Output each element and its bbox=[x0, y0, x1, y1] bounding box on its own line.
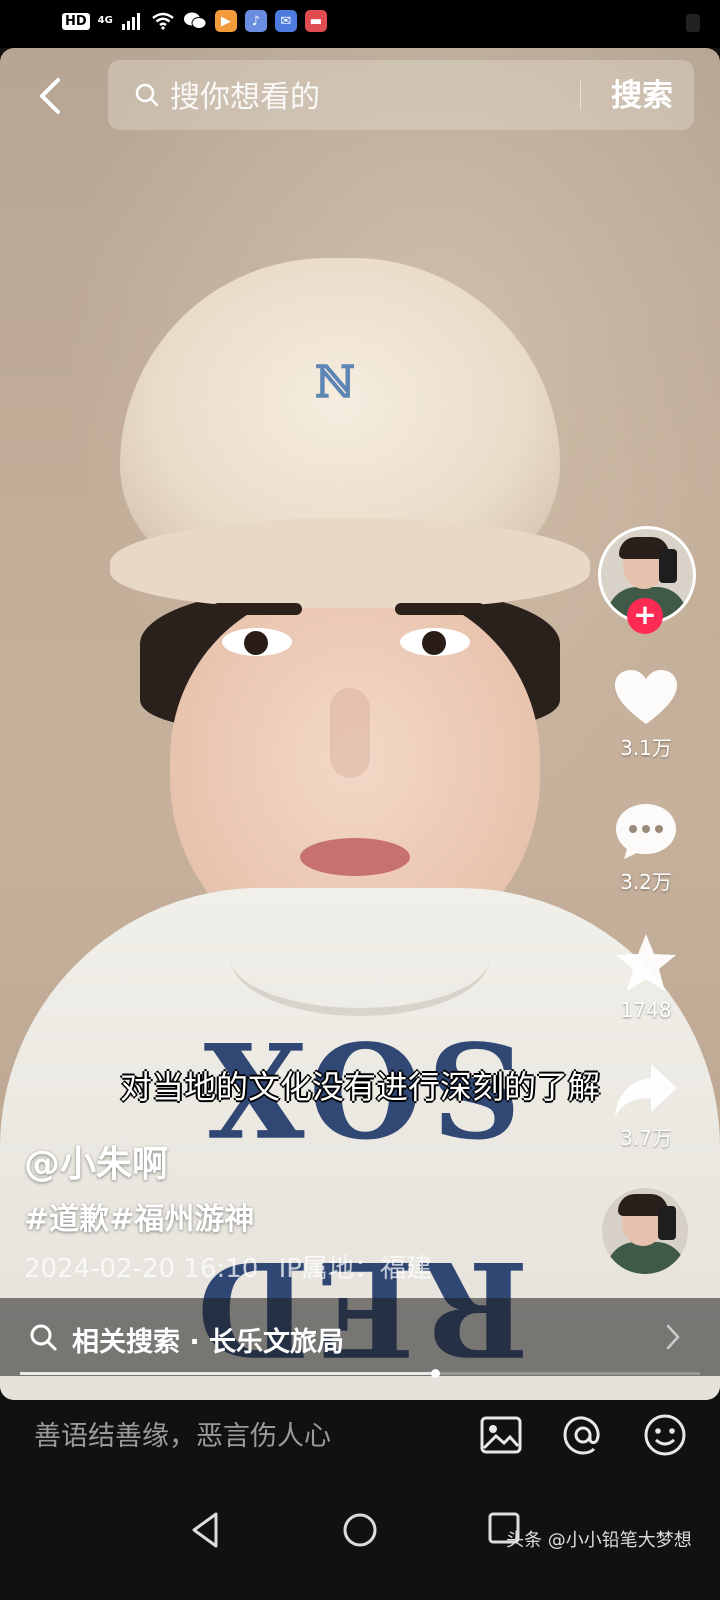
status-bar: HD 4G ▶ ♪ ✉ ▬ bbox=[0, 0, 720, 48]
video-person-eye bbox=[222, 628, 292, 656]
music-disc[interactable] bbox=[602, 1188, 688, 1274]
ip-location: IP属地：福建 bbox=[278, 1254, 432, 1284]
hashtag[interactable]: #道歉 bbox=[24, 1194, 109, 1238]
like-count: 3.1万 bbox=[620, 736, 672, 760]
image-icon[interactable] bbox=[478, 1412, 524, 1458]
video-person-mouth bbox=[300, 838, 410, 876]
watermark: 头条 @小小铅笔大梦想 bbox=[506, 1530, 692, 1551]
favorite-count: 1748 bbox=[620, 998, 672, 1022]
avatar-phone bbox=[659, 549, 677, 583]
video-person-eye bbox=[400, 628, 470, 656]
comment-input[interactable] bbox=[32, 1412, 456, 1460]
follow-button[interactable]: + bbox=[627, 598, 663, 634]
disc-phone bbox=[658, 1206, 676, 1240]
video-subtitle: 对当地的文化没有进行深刻的了解 bbox=[119, 1068, 600, 1106]
chevron-right-icon[interactable] bbox=[664, 1322, 682, 1352]
mail-app-icon: ✉ bbox=[274, 10, 297, 32]
network-indicator: 4G bbox=[97, 15, 113, 26]
video-progress-fill bbox=[20, 1372, 435, 1375]
nav-home-icon[interactable] bbox=[338, 1508, 382, 1552]
cap-logo: ℕ bbox=[314, 357, 356, 408]
emoji-icon[interactable] bbox=[642, 1412, 688, 1458]
wechat-icon bbox=[183, 12, 207, 29]
back-icon[interactable] bbox=[30, 74, 70, 118]
star-icon bbox=[616, 934, 676, 991]
hd-indicator: HD bbox=[62, 12, 90, 30]
hashtag-list: #道歉 #福州游神 bbox=[24, 1194, 254, 1238]
video-person-brow bbox=[395, 603, 485, 615]
battery-icon bbox=[686, 14, 700, 32]
comment-button[interactable]: 3.2万 bbox=[606, 800, 686, 895]
video-app-icon: ▶ bbox=[214, 10, 237, 32]
status-right bbox=[686, 14, 700, 32]
disc-body bbox=[606, 1242, 686, 1274]
video-progress-thumb[interactable] bbox=[430, 1369, 440, 1378]
video-person-nose bbox=[330, 688, 370, 778]
favorite-button[interactable]: 1748 bbox=[606, 932, 686, 1022]
hashtag[interactable]: #福州游神 bbox=[109, 1194, 254, 1238]
share-count: 3.7万 bbox=[620, 1126, 672, 1150]
shop-app-icon: ▬ bbox=[304, 10, 327, 32]
related-search-text[interactable]: 相关搜索 · 长乐文旅局 bbox=[72, 1320, 344, 1359]
search-button[interactable]: 搜索 bbox=[600, 74, 684, 118]
video-person-cap-brim bbox=[110, 518, 590, 608]
search-icon bbox=[135, 83, 159, 107]
nav-back-icon[interactable] bbox=[184, 1508, 228, 1552]
post-meta: 2024-02-20 16:10 IP属地：福建 bbox=[24, 1248, 432, 1285]
post-time: 2024-02-20 16:10 bbox=[24, 1254, 259, 1284]
wifi-icon bbox=[152, 12, 174, 30]
comment-count: 3.2万 bbox=[620, 870, 672, 894]
signal-icon bbox=[121, 13, 140, 30]
comment-icon bbox=[616, 804, 676, 859]
video-person-brow bbox=[212, 603, 302, 615]
search-divider bbox=[580, 80, 581, 110]
heart-icon bbox=[615, 670, 677, 724]
music-app-icon: ♪ bbox=[244, 10, 267, 32]
status-icons: HD 4G ▶ ♪ ✉ ▬ bbox=[62, 10, 327, 32]
author-name[interactable]: @小朱啊 bbox=[24, 1135, 168, 1187]
mention-icon[interactable] bbox=[560, 1412, 606, 1458]
search-icon bbox=[30, 1324, 57, 1351]
video-progress-bar[interactable] bbox=[20, 1369, 700, 1378]
search-input[interactable] bbox=[168, 74, 572, 120]
like-button[interactable]: 3.1万 bbox=[606, 668, 686, 761]
